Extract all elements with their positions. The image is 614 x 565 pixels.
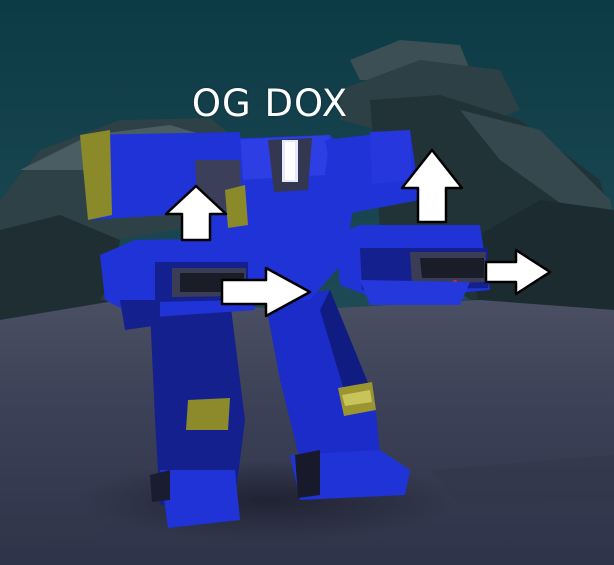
game-viewport: OG DOX (0, 0, 614, 565)
player-name-label: OG DOX (191, 82, 349, 125)
